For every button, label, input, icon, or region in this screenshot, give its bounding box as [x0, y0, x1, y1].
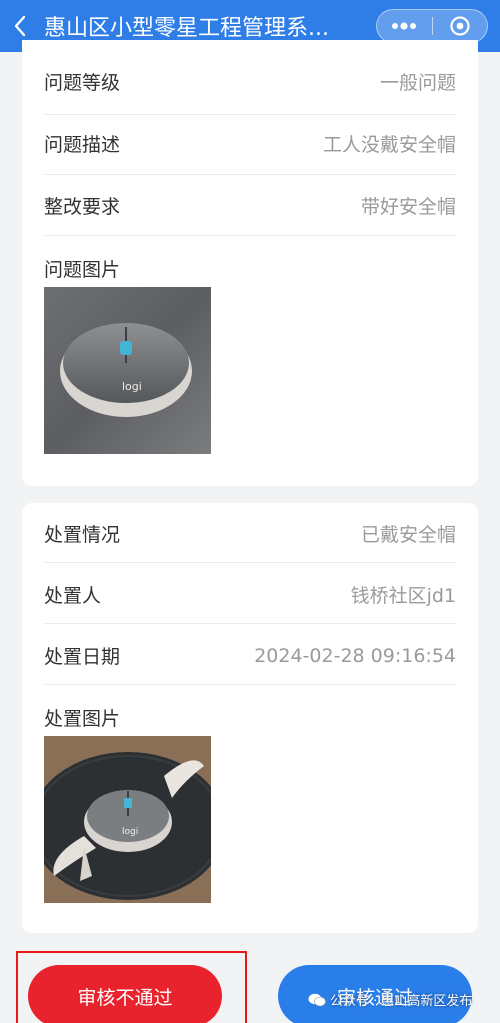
svg-text:logi: logi [122, 380, 142, 393]
handling-date-value: 2024-02-28 09:16:54 [254, 644, 456, 667]
divider [44, 684, 456, 685]
issue-description-value: 工人没戴安全帽 [322, 134, 456, 156]
divider [44, 235, 456, 236]
wechat-icon [308, 993, 326, 1006]
handling-date-label: 处置日期 [44, 646, 121, 668]
divider [44, 174, 456, 175]
handler-value: 钱桥社区jd1 [350, 585, 456, 607]
handling-date-row: 处置日期 2024-02-28 09:16:54 [44, 642, 456, 669]
more-menu-icon[interactable] [377, 10, 432, 42]
watermark-text: 公众号 · 惠山高新区发布 [330, 994, 473, 1009]
issue-photo-label: 问题图片 [44, 259, 121, 281]
watermark: 公众号 · 惠山高新区发布 [308, 990, 472, 1009]
handling-photo[interactable]: logi [44, 736, 211, 903]
rectification-requirement-row: 整改要求 带好安全帽 [44, 192, 456, 219]
close-target-icon[interactable] [433, 10, 488, 42]
issue-level-row: 问题等级 一般问题 [44, 68, 456, 95]
handler-label: 处置人 [44, 585, 102, 607]
svg-text:logi: logi [122, 827, 138, 837]
mini-program-capsule [376, 9, 488, 43]
handling-card: 处置情况 已戴安全帽 处置人 钱桥社区jd1 处置日期 2024-02-28 0… [22, 503, 478, 933]
handling-status-label: 处置情况 [44, 524, 121, 546]
issue-level-value: 一般问题 [379, 72, 456, 94]
issue-photo[interactable]: logi [44, 287, 211, 454]
issue-description-row: 问题描述 工人没戴安全帽 [44, 130, 456, 157]
rectification-requirement-label: 整改要求 [44, 196, 121, 218]
divider [44, 562, 456, 563]
handling-status-row: 处置情况 已戴安全帽 [44, 520, 456, 547]
issue-card: 问题等级 一般问题 问题描述 工人没戴安全帽 整改要求 带好安全帽 问题图片 l… [22, 40, 478, 486]
divider [44, 114, 456, 115]
divider [44, 623, 456, 624]
handling-photo-label: 处置图片 [44, 708, 121, 730]
handler-row: 处置人 钱桥社区jd1 [44, 581, 456, 608]
issue-description-label: 问题描述 [44, 134, 121, 156]
handling-status-value: 已戴安全帽 [360, 524, 456, 546]
rectification-requirement-value: 带好安全帽 [360, 196, 456, 218]
reject-button[interactable]: 审核不通过 [28, 965, 222, 1023]
issue-level-label: 问题等级 [44, 72, 121, 94]
page-title: 惠山区小型零星工程管理系... [44, 16, 329, 41]
